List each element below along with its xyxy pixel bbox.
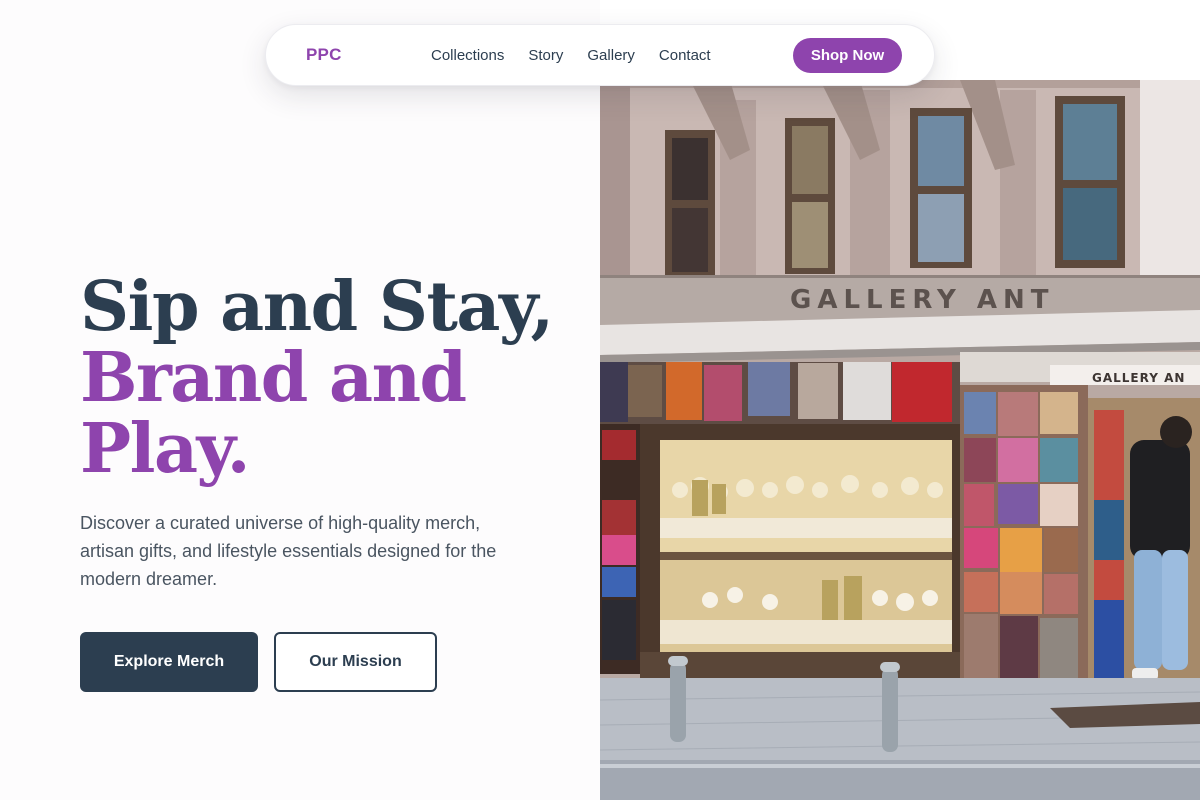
- hero-storefront-image: GALLERY ANT GALLERY AN: [600, 80, 1200, 800]
- explore-merch-button[interactable]: Explore Merch: [80, 632, 258, 692]
- shop-now-button[interactable]: Shop Now: [793, 38, 902, 73]
- top-navbar: PPC Collections Story Gallery Contact Sh…: [265, 24, 935, 86]
- nav-link-collections[interactable]: Collections: [431, 47, 504, 64]
- nav-links: Collections Story Gallery Contact: [431, 25, 711, 85]
- nav-link-story[interactable]: Story: [528, 47, 563, 64]
- storefront-sign-text: GALLERY ANT: [790, 285, 1054, 315]
- nav-link-contact[interactable]: Contact: [659, 47, 711, 64]
- hero-title-line-1: Sip and Stay,: [80, 267, 554, 347]
- hero-description: Discover a curated universe of high-qual…: [80, 513, 497, 589]
- storefront-side-sign-text: GALLERY AN: [1092, 371, 1185, 385]
- our-mission-button[interactable]: Our Mission: [274, 632, 437, 692]
- brand-logo[interactable]: PPC: [306, 25, 342, 85]
- hero-title: Sip and Stay, Brand and Play.: [80, 272, 590, 485]
- hero-title-line-3: Play.: [80, 409, 250, 489]
- nav-link-gallery[interactable]: Gallery: [587, 47, 635, 64]
- hero-title-line-2: Brand and: [80, 338, 467, 418]
